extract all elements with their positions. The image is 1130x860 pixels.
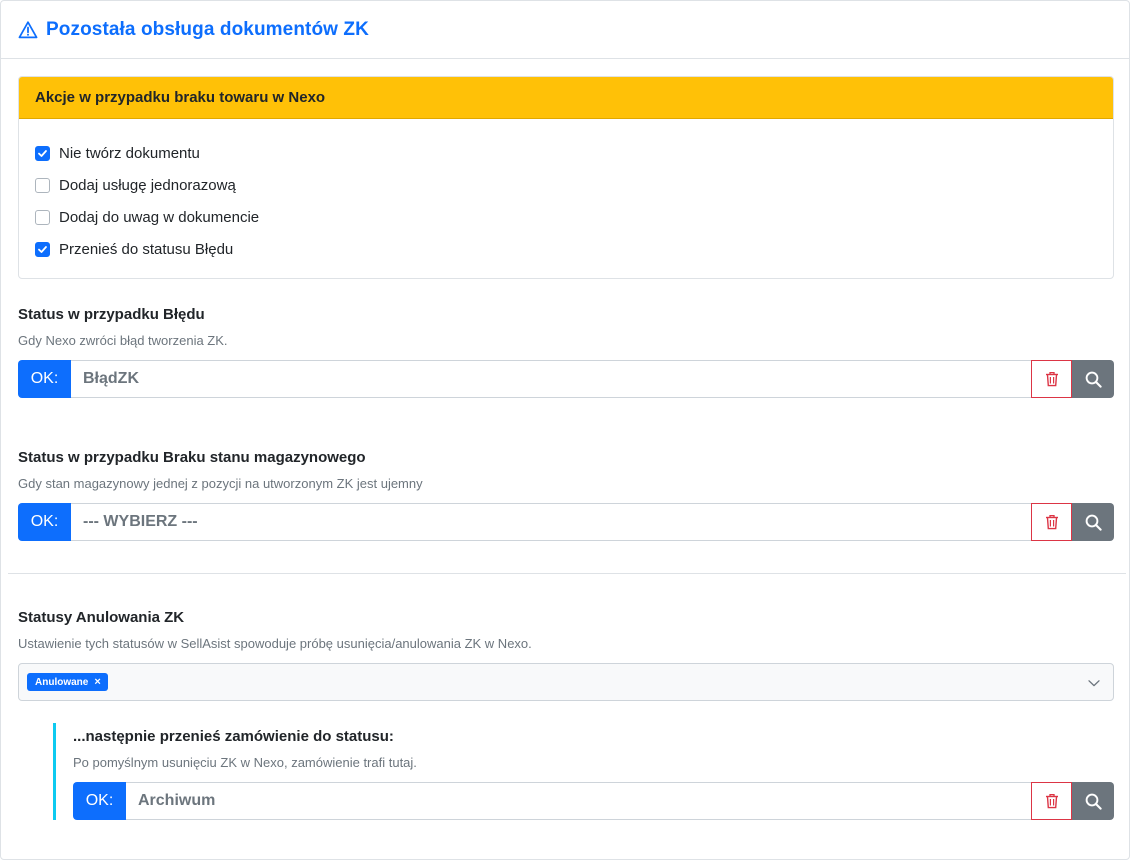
section-label: ...następnie przenieś zamówienie do stat… [73, 728, 394, 745]
next-status-block: ...następnie przenieś zamówienie do stat… [53, 723, 1114, 820]
section-help: Gdy Nexo zwróci błąd tworzenia ZK. [18, 333, 228, 348]
stock-status-field[interactable]: --- WYBIERZ --- [71, 503, 1031, 541]
option-label: Dodaj do uwag w dokumencie [59, 208, 260, 226]
page-title: Pozostała obsługa dokumentów ZK [46, 18, 369, 40]
next-status-field[interactable]: Archiwum [126, 782, 1031, 820]
stock-status-section: Status w przypadku Braku stanu magazynow… [18, 449, 1114, 491]
tag-label: Anulowane [35, 676, 89, 688]
ok-prefix: OK: [73, 782, 126, 820]
checkbox[interactable] [35, 241, 50, 257]
section-label: Statusy Anulowania ZK [18, 609, 185, 626]
section-label: Status w przypadku Braku stanu magazynow… [18, 449, 366, 466]
magnifier-icon [1085, 514, 1102, 531]
next-status-text: ...następnie przenieś zamówienie do stat… [73, 728, 417, 770]
option-add-service[interactable]: Dodaj usługę jednorazową [35, 169, 1097, 201]
delete-button[interactable] [1031, 782, 1072, 820]
ok-prefix: OK: [18, 360, 71, 398]
option-move-to-error[interactable]: Przenieś do statusu Błędu [35, 233, 1097, 265]
search-button[interactable] [1072, 503, 1114, 541]
chevron-down-icon[interactable] [1087, 676, 1101, 690]
missing-goods-panel: Akcje w przypadku braku towaru w Nexo Ni… [18, 76, 1114, 279]
checkmark-icon [38, 149, 47, 157]
next-status-picker: OK: Archiwum [73, 782, 1114, 820]
settings-card: Pozostała obsługa dokumentów ZK Akcje w … [0, 0, 1130, 860]
error-status-field[interactable]: BłądZK [71, 360, 1031, 398]
stock-status-picker: OK: --- WYBIERZ --- [18, 503, 1114, 541]
trash-icon [1045, 371, 1058, 387]
section-label: Status w przypadku Błędu [18, 306, 205, 323]
option-label: Nie twórz dokumentu [59, 144, 200, 162]
section-help: Ustawienie tych statusów w SellAsist spo… [18, 636, 532, 651]
magnifier-icon [1085, 793, 1102, 810]
checkbox[interactable] [35, 209, 50, 225]
magnifier-icon [1085, 371, 1102, 388]
search-button[interactable] [1072, 782, 1114, 820]
status-tag: Anulowane × [27, 673, 108, 691]
trash-icon [1045, 793, 1058, 809]
options-list: Nie twórz dokumentu Dodaj usługę jednora… [19, 119, 1113, 265]
section-divider [8, 573, 1126, 574]
section-help: Gdy stan magazynowy jednej z pozycji na … [18, 476, 423, 491]
option-label: Dodaj usługę jednorazową [59, 176, 236, 194]
option-label: Przenieś do statusu Błędu [59, 240, 234, 258]
checkbox[interactable] [35, 145, 50, 161]
cancel-statuses-multiselect[interactable]: Anulowane × [18, 663, 1114, 701]
warning-triangle-icon [18, 20, 38, 40]
delete-button[interactable] [1031, 360, 1072, 398]
search-button[interactable] [1072, 360, 1114, 398]
trash-icon [1045, 514, 1058, 530]
error-status-picker: OK: BłądZK [18, 360, 1114, 398]
ok-prefix: OK: [18, 503, 71, 541]
checkmark-icon [38, 245, 47, 253]
error-status-section: Status w przypadku Błędu Gdy Nexo zwróci… [18, 306, 1114, 348]
cancel-statuses-section: Statusy Anulowania ZK Ustawienie tych st… [18, 609, 1114, 651]
panel-title: Akcje w przypadku braku towaru w Nexo [19, 77, 1113, 119]
option-add-notes[interactable]: Dodaj do uwag w dokumencie [35, 201, 1097, 233]
card-header: Pozostała obsługa dokumentów ZK [1, 1, 1129, 59]
delete-button[interactable] [1031, 503, 1072, 541]
checkbox[interactable] [35, 177, 50, 193]
option-no-document[interactable]: Nie twórz dokumentu [35, 137, 1097, 169]
tag-remove-button[interactable]: × [94, 676, 100, 688]
section-help: Po pomyślnym usunięciu ZK w Nexo, zamówi… [73, 755, 417, 770]
